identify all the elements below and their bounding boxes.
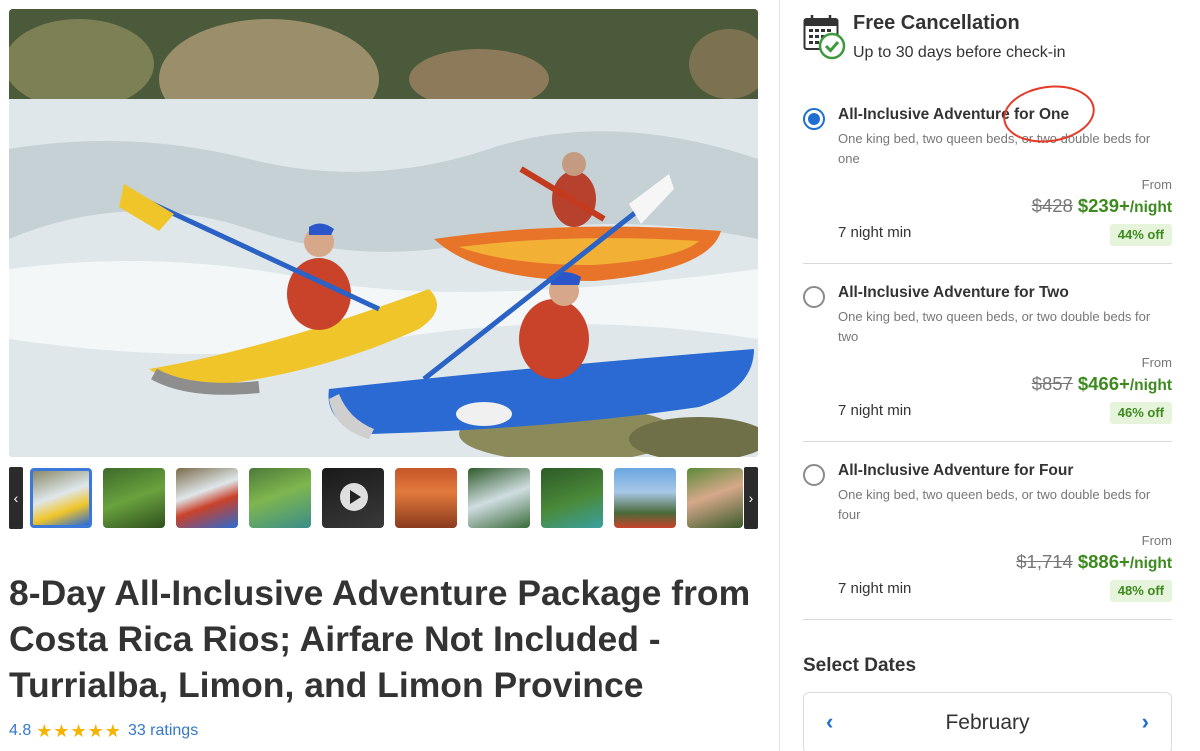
option-name: All-Inclusive Adventure for Two <box>838 284 1069 301</box>
package-option-one[interactable]: All-Inclusive Adventure for One One king… <box>803 94 1172 264</box>
price-line: $428 $239+/night <box>1032 195 1172 217</box>
per-night-label: /night <box>1129 555 1172 572</box>
thumbnail-zipline-forest[interactable] <box>103 468 165 528</box>
star-rating-icon: ★★★★★ <box>36 720 122 741</box>
minimum-nights: 7 night min <box>838 224 912 241</box>
radio-option-two[interactable] <box>803 286 825 308</box>
calendar-check-icon <box>803 15 846 60</box>
price-line: $857 $466+/night <box>1032 373 1172 395</box>
radio-option-four[interactable] <box>803 464 825 486</box>
thumbnail-lodge-deck[interactable] <box>395 468 457 528</box>
select-dates-heading: Select Dates <box>803 655 917 676</box>
sale-price: $886+ <box>1077 551 1130 572</box>
listing-title: 8-Day All-Inclusive Adventure Package fr… <box>9 573 751 705</box>
thumbnail-forest-pool[interactable] <box>249 468 311 528</box>
radio-option-one[interactable] <box>803 108 825 130</box>
rating-row: 4.8 ★★★★★ 33 ratings <box>9 720 198 742</box>
play-icon <box>340 483 368 511</box>
option-description: One king bed, two queen beds, or two dou… <box>838 131 1151 166</box>
hero-photo[interactable] <box>9 9 758 457</box>
free-cancellation-title: Free Cancellation <box>853 12 1020 34</box>
option-name: All-Inclusive Adventure for Four <box>838 462 1074 479</box>
month-picker: ‹ February › <box>803 692 1172 751</box>
thumbnail-volcano-view[interactable] <box>614 468 676 528</box>
discount-badge: 48% off <box>1109 580 1172 602</box>
thumbnail-prev-arrow[interactable]: ‹ <box>9 467 23 529</box>
option-divider <box>803 619 1172 620</box>
chevron-right-icon: › <box>748 490 754 506</box>
package-option-four[interactable]: All-Inclusive Adventure for Four One kin… <box>803 450 1172 620</box>
minimum-nights: 7 night min <box>838 580 912 597</box>
chevron-right-icon[interactable]: › <box>1142 709 1149 735</box>
thumbnail-kayak-rapids[interactable] <box>30 468 92 528</box>
discount-badge: 44% off <box>1109 224 1172 246</box>
column-divider <box>779 0 780 751</box>
thumbnail-hiker-helmet[interactable] <box>687 468 743 528</box>
option-description: One king bed, two queen beds, or two dou… <box>838 487 1151 522</box>
per-night-label: /night <box>1129 377 1172 394</box>
original-price: $428 <box>1031 195 1073 216</box>
thumbnail-waterfall-swim[interactable] <box>468 468 530 528</box>
discount-badge: 46% off <box>1109 402 1172 424</box>
from-label: From <box>1141 533 1172 548</box>
original-price: $1,714 <box>1016 551 1073 572</box>
free-cancellation-subtitle: Up to 30 days before check-in <box>853 44 1066 61</box>
thumbnail-video[interactable] <box>322 468 384 528</box>
per-night-label: /night <box>1129 199 1172 216</box>
thumbnail-jungle-river[interactable] <box>541 468 603 528</box>
minimum-nights: 7 night min <box>838 402 912 419</box>
original-price: $857 <box>1031 373 1073 394</box>
price-line: $1,714 $886+/night <box>1016 551 1172 573</box>
chevron-left-icon: ‹ <box>13 490 19 506</box>
from-label: From <box>1141 355 1172 370</box>
sale-price: $239+ <box>1077 195 1130 216</box>
package-option-two[interactable]: All-Inclusive Adventure for Two One king… <box>803 272 1172 442</box>
option-divider <box>803 263 1172 264</box>
thumbnail-rafting-group[interactable] <box>176 468 238 528</box>
thumbnail-strip: ‹ › <box>9 467 758 529</box>
month-label: February <box>945 711 1030 734</box>
thumbnail-next-arrow[interactable]: › <box>744 467 758 529</box>
option-description: One king bed, two queen beds, or two dou… <box>838 309 1151 344</box>
option-divider <box>803 441 1172 442</box>
kayaking-photo <box>9 9 758 457</box>
ratings-count-link[interactable]: 33 ratings <box>128 722 198 740</box>
from-label: From <box>1141 177 1172 192</box>
sale-price: $466+ <box>1077 373 1130 394</box>
rating-value: 4.8 <box>9 722 32 739</box>
